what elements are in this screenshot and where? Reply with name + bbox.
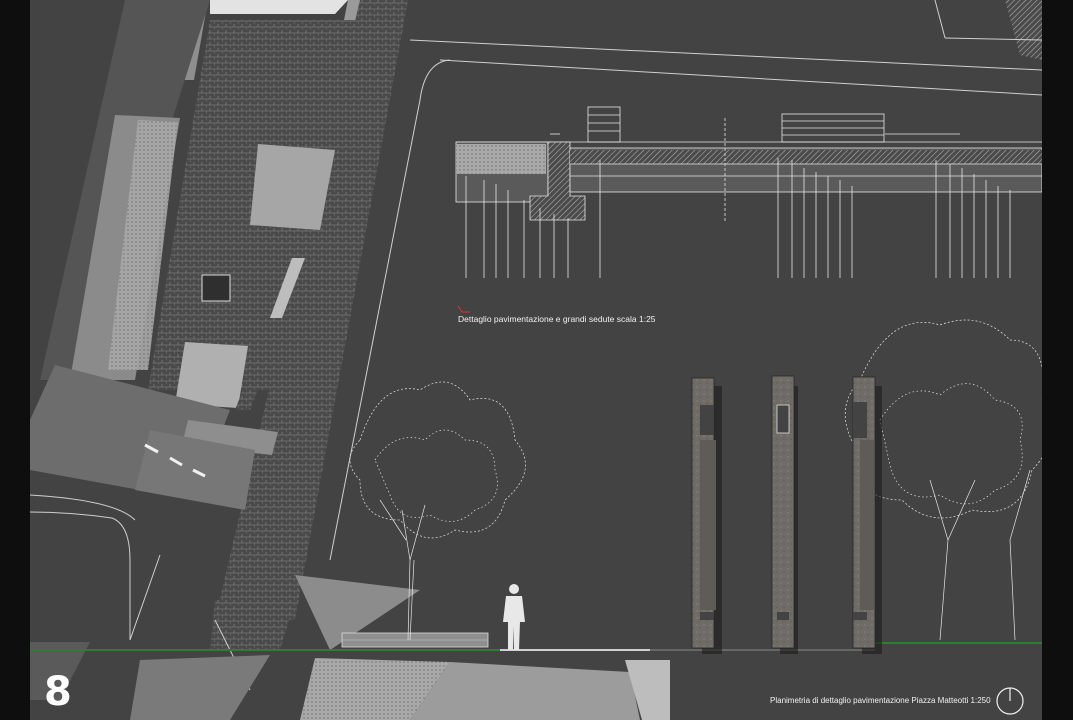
pillar-1	[691, 377, 722, 654]
north-arrow-icon	[996, 687, 1024, 715]
site-plan	[30, 0, 1042, 720]
drawing-board: Dettaglio pavimentazione e grandi sedute…	[0, 0, 1073, 720]
plan-caption: Planimetria di dettaglio pavimentazione …	[770, 696, 991, 705]
architectural-drawing	[30, 0, 1042, 720]
drawing-sheet: Dettaglio pavimentazione e grandi sedute…	[30, 0, 1042, 720]
section-caption: Dettaglio pavimentazione e grandi sedute…	[458, 314, 656, 324]
pillar-3	[852, 376, 882, 654]
page-number: 8	[44, 669, 72, 715]
pillar-2	[771, 375, 798, 654]
human-figure	[503, 584, 525, 650]
paving-section-detail	[455, 106, 1042, 278]
pillars	[691, 375, 882, 654]
